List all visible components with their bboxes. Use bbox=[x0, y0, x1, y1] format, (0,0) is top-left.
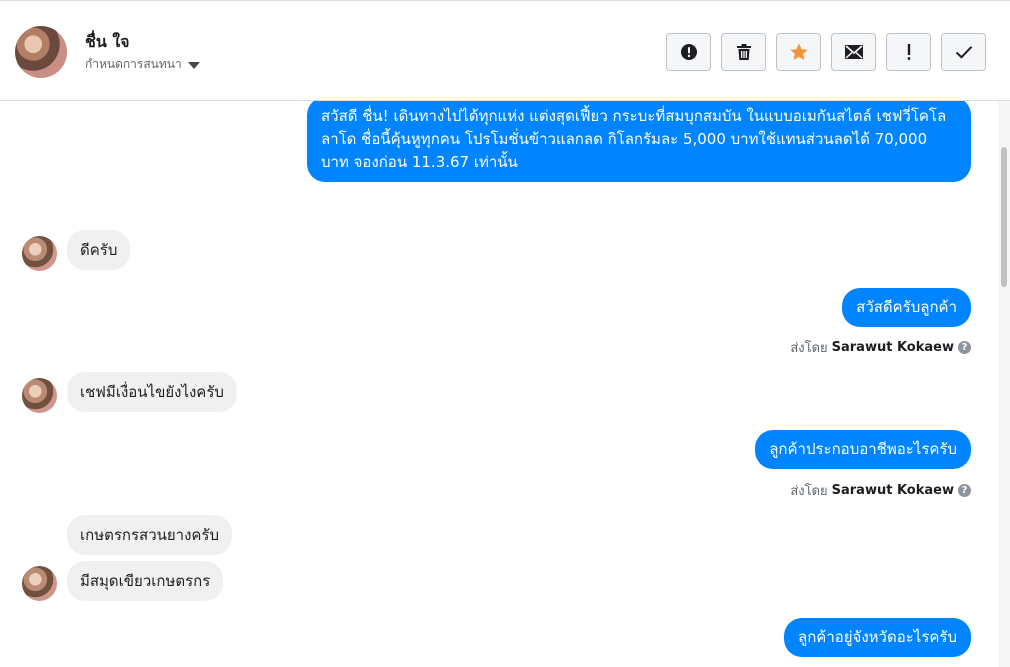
contact-name[interactable]: ชื่น ใจ bbox=[85, 30, 130, 55]
conversation-settings-label: กำหนดการสนทนา bbox=[85, 57, 182, 71]
delete-button[interactable] bbox=[721, 33, 766, 71]
thread-scrollbar[interactable] bbox=[998, 101, 1010, 667]
outgoing-message[interactable]: สวัสดี ชื่น! เดินทางไปได้ทุกแห่ง แต่งสุด… bbox=[307, 101, 971, 182]
mark-unread-button[interactable] bbox=[831, 33, 876, 71]
sent-by-prefix: ส่งโดย bbox=[790, 484, 828, 499]
incoming-message[interactable]: เกษตรกรสวนยางครับ bbox=[67, 515, 233, 555]
star-icon bbox=[789, 43, 808, 60]
trash-icon bbox=[736, 44, 751, 60]
incoming-message[interactable]: ดีครับ bbox=[67, 230, 131, 270]
contact-avatar[interactable] bbox=[15, 26, 67, 78]
sent-by-name: Sarawut Kokaew bbox=[831, 483, 954, 498]
contact-avatar-small[interactable] bbox=[22, 378, 57, 413]
incoming-message[interactable]: มีสมุดเขียวเกษตรกร bbox=[67, 561, 224, 601]
contact-avatar-small[interactable] bbox=[22, 236, 57, 271]
incoming-message[interactable]: เชฟมีเงื่อนไขยังไงครับ bbox=[67, 372, 237, 412]
caret-down-icon bbox=[187, 61, 200, 69]
conversation-settings-dropdown[interactable]: กำหนดการสนทนา bbox=[85, 55, 200, 74]
sent-by-label: ส่งโดย Sarawut Kokaew ? bbox=[790, 337, 971, 358]
conversation-header: ชื่น ใจ กำหนดการสนทนา bbox=[0, 4, 1010, 101]
sent-by-label: ส่งโดย Sarawut Kokaew ? bbox=[790, 480, 971, 501]
scrollbar-thumb[interactable] bbox=[1001, 147, 1007, 287]
mark-done-button[interactable] bbox=[941, 33, 986, 71]
important-button[interactable] bbox=[886, 33, 931, 71]
help-icon[interactable]: ? bbox=[958, 341, 971, 354]
report-button[interactable] bbox=[666, 33, 711, 71]
action-toolbar bbox=[666, 33, 986, 71]
outgoing-message[interactable]: ลูกค้าประกอบอาชีพอะไรครับ bbox=[755, 430, 971, 469]
contact-avatar-small[interactable] bbox=[22, 566, 57, 601]
exclamation-icon bbox=[907, 44, 910, 60]
sent-by-name: Sarawut Kokaew bbox=[831, 340, 954, 355]
outgoing-message[interactable]: สวัสดีครับลูกค้า bbox=[842, 288, 971, 327]
check-icon bbox=[955, 46, 972, 59]
alert-circle-icon bbox=[680, 44, 697, 60]
message-thread[interactable]: สวัสดี ชื่น! เดินทางไปได้ทุกแห่ง แต่งสุด… bbox=[0, 101, 1010, 667]
star-button[interactable] bbox=[776, 33, 821, 71]
envelope-icon bbox=[844, 45, 863, 59]
sent-by-prefix: ส่งโดย bbox=[790, 341, 828, 356]
outgoing-message[interactable]: ลูกค้าอยู่จังหวัดอะไรครับ bbox=[784, 618, 971, 657]
help-icon[interactable]: ? bbox=[958, 484, 971, 497]
